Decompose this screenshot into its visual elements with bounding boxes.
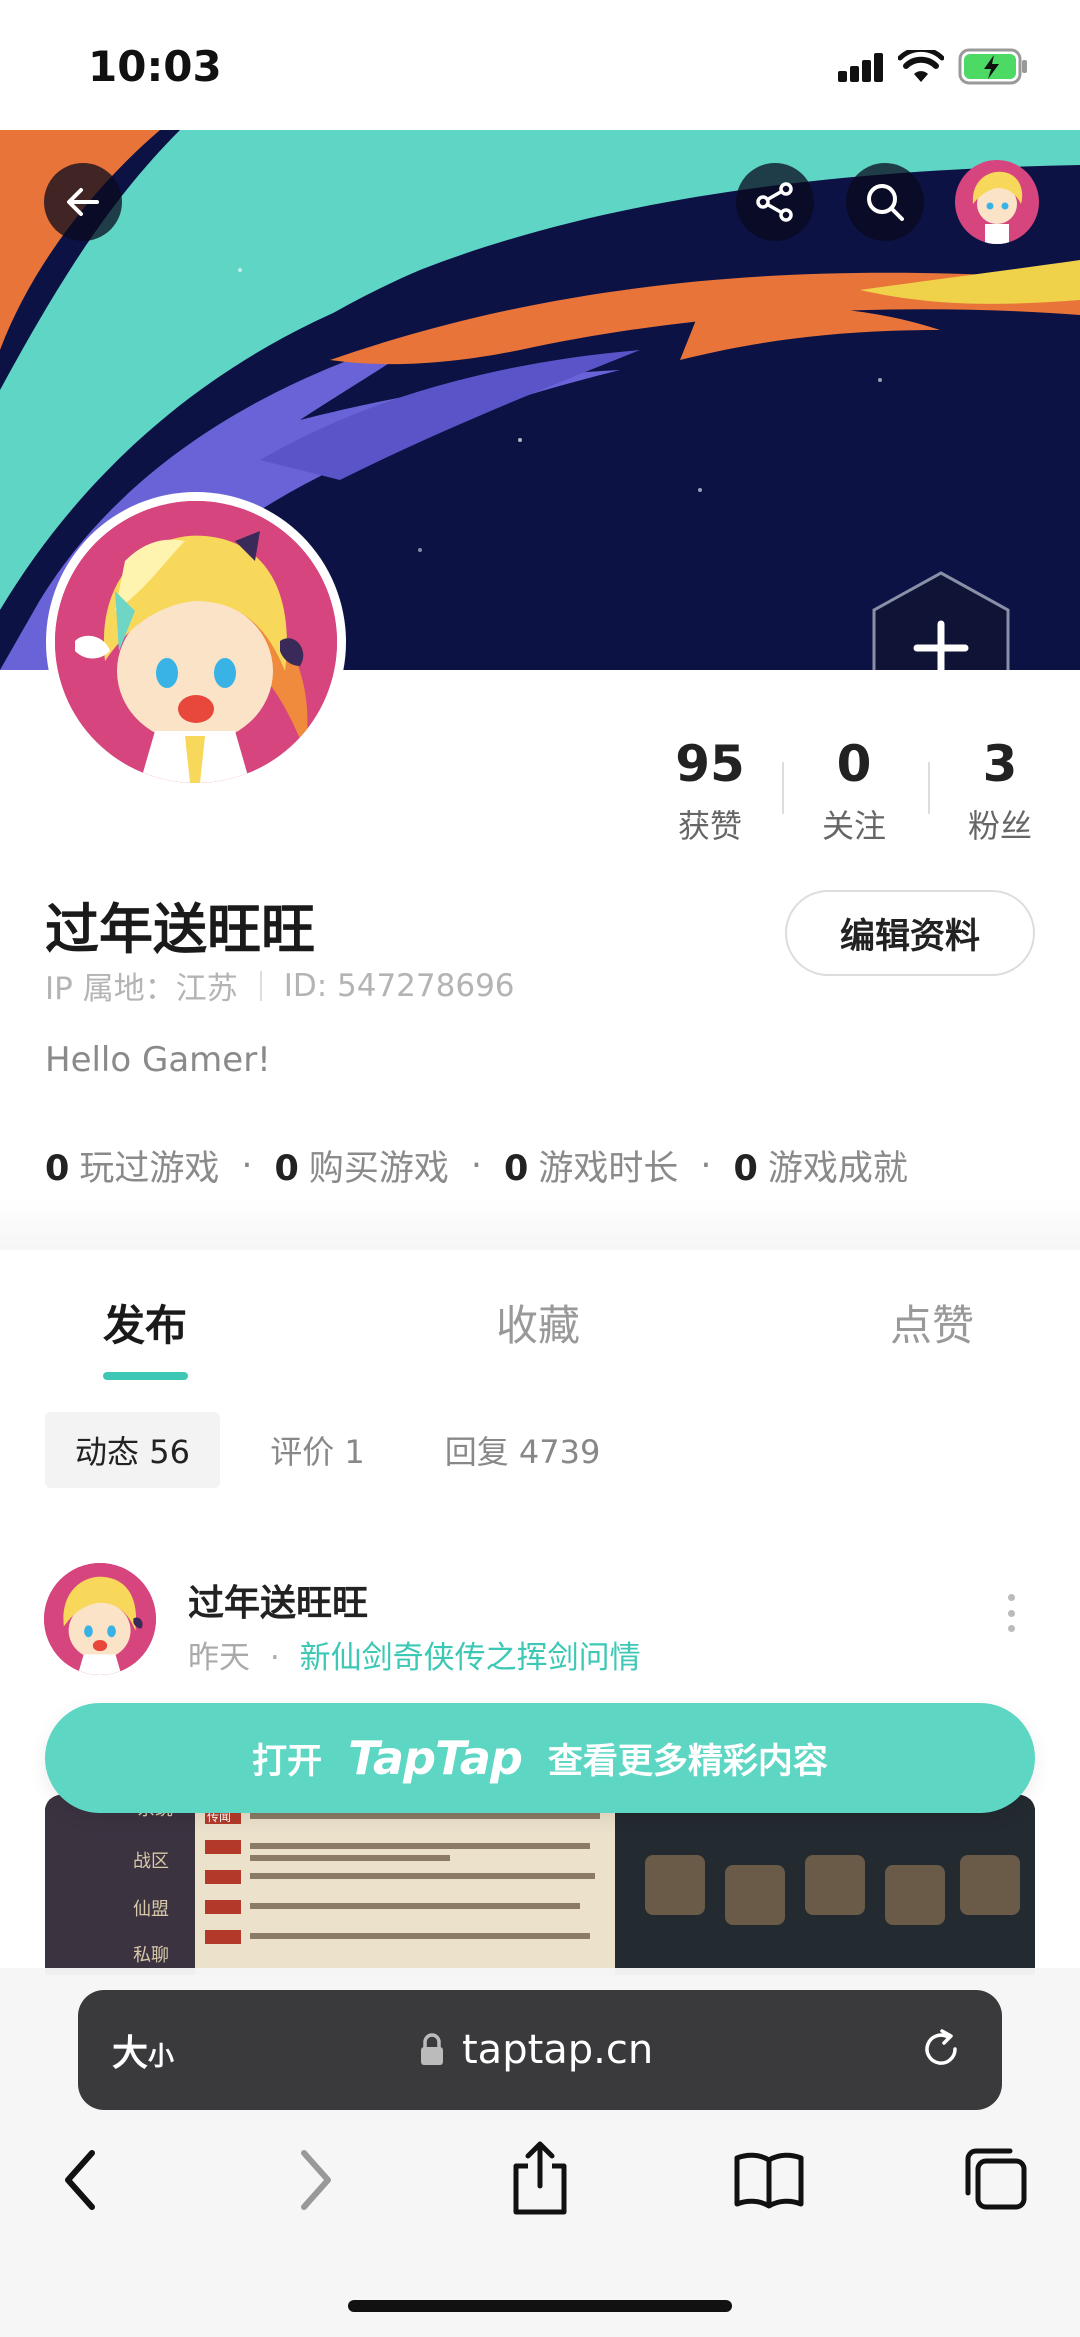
stat-following[interactable]: 0 关注: [784, 735, 924, 847]
game-stat-playtime[interactable]: 0 游戏时长: [504, 1140, 678, 1191]
avatar-image: [55, 501, 337, 783]
open-app-prefix: 打开: [252, 1741, 323, 1782]
game-stat-achievements[interactable]: 0 游戏成就: [734, 1140, 908, 1191]
lock-icon: [421, 2033, 443, 2065]
taptap-logo: TapTap: [348, 1731, 523, 1785]
post-time: 昨天: [188, 1640, 250, 1676]
reload-icon[interactable]: [918, 2026, 964, 2072]
post-meta-dot: ·: [269, 1640, 280, 1676]
tabs-icon[interactable]: [962, 2145, 1030, 2213]
url-text: taptap.cn: [462, 2027, 654, 2073]
url-display[interactable]: taptap.cn: [418, 2027, 653, 2073]
stat-followers-value: 3: [982, 735, 1018, 793]
status-time: 10:03: [88, 42, 222, 91]
post-author-avatar[interactable]: [44, 1563, 156, 1675]
profile-bio: Hello Gamer!: [45, 1040, 271, 1080]
meta-divider: [259, 970, 262, 1001]
game-stat-played[interactable]: 0 玩过游戏: [45, 1140, 219, 1191]
back-arrow-icon: [67, 188, 99, 216]
profile-username: 过年送旺旺: [45, 898, 315, 961]
game-stat-purchased[interactable]: 0 购买游戏: [275, 1140, 449, 1191]
status-bar: 10:03: [0, 0, 1080, 130]
header-avatar-button[interactable]: [955, 160, 1039, 244]
filter-replies[interactable]: 回复 4739: [425, 1412, 620, 1488]
section-divider: [0, 1200, 1080, 1250]
profile-avatar[interactable]: [46, 492, 346, 792]
share-button[interactable]: [736, 163, 814, 241]
ip-location: IP 属地：江苏: [45, 971, 238, 1007]
stat-followers-label: 粉丝: [967, 807, 1032, 845]
avatar-image: [44, 1563, 156, 1675]
text-size-button[interactable]: 大小: [112, 2024, 174, 2076]
stat-following-value: 0: [836, 735, 872, 793]
tab-favorites[interactable]: 收藏: [496, 1292, 580, 1353]
post-author-name[interactable]: 过年送旺旺: [188, 1574, 368, 1626]
bookmarks-icon[interactable]: [733, 2150, 805, 2210]
user-id: ID: 547278696: [283, 967, 515, 1004]
stat-likes-label: 获赞: [677, 807, 742, 845]
share-sheet-icon[interactable]: [510, 2138, 570, 2218]
add-button[interactable]: [870, 570, 1012, 670]
tab-likes[interactable]: 点赞: [890, 1292, 974, 1353]
nav-back-icon[interactable]: [60, 2145, 104, 2215]
filter-posts[interactable]: 动态 56: [45, 1412, 220, 1488]
game-stats: 0 玩过游戏 · 0 购买游戏 · 0 游戏时长 · 0 游戏成就: [45, 1140, 908, 1191]
post-image[interactable]: 系统 战区 仙盟 私聊 传闻: [45, 1795, 1035, 1975]
stat-likes[interactable]: 95 获赞: [640, 735, 780, 847]
filter-reviews[interactable]: 评价 1: [250, 1412, 385, 1488]
plus-icon: [872, 571, 1010, 670]
post-more-button[interactable]: [1004, 1594, 1018, 1632]
post-meta: 昨天 · 新仙剑奇侠传之挥剑问情: [188, 1632, 641, 1677]
tab-publish[interactable]: 发布: [103, 1292, 187, 1353]
home-indicator: [348, 2300, 732, 2312]
more-icon: [1007, 1594, 1015, 1601]
search-icon: [867, 184, 904, 221]
image-caption-3: 仙盟: [133, 1899, 169, 1920]
open-app-banner[interactable]: 打开 TapTap 查看更多精彩内容: [45, 1703, 1035, 1813]
image-caption-2: 战区: [133, 1851, 169, 1872]
post-game-link[interactable]: 新仙剑奇侠传之挥剑问情: [300, 1640, 641, 1676]
edit-profile-button[interactable]: 编辑资料: [785, 890, 1035, 976]
wifi-icon: [898, 50, 944, 82]
cellular-signal-icon: [838, 52, 884, 82]
stat-likes-value: 95: [675, 735, 745, 793]
battery-icon: [958, 48, 1027, 85]
avatar-icon: [972, 171, 1023, 244]
image-caption-4: 私聊: [133, 1945, 169, 1966]
open-app-suffix: 查看更多精彩内容: [547, 1741, 828, 1782]
back-button[interactable]: [44, 163, 122, 241]
stat-followers[interactable]: 3 粉丝: [930, 735, 1070, 847]
search-button[interactable]: [846, 163, 924, 241]
stat-following-label: 关注: [821, 807, 886, 845]
address-bar[interactable]: 大小 taptap.cn: [78, 1990, 1002, 2110]
profile-meta: IP 属地：江苏 ID: 547278696: [45, 963, 515, 1008]
tab-indicator: [103, 1372, 188, 1380]
nav-forward-icon[interactable]: [292, 2145, 336, 2215]
share-icon: [756, 182, 793, 222]
